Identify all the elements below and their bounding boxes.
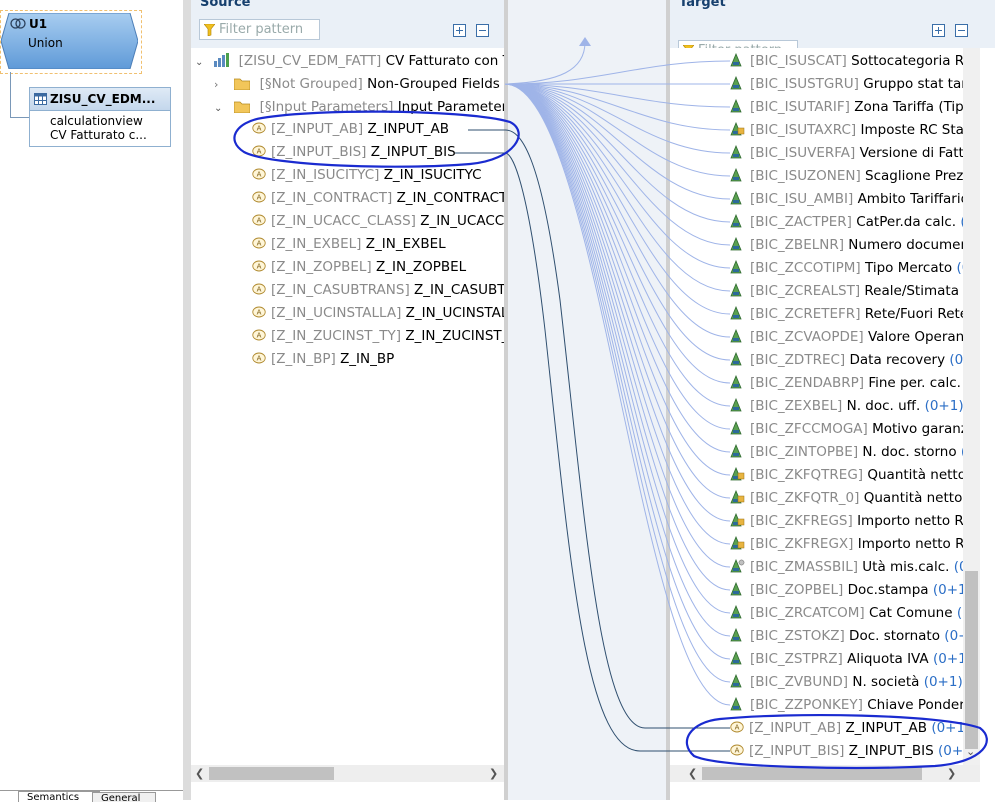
mapping-line[interactable]: [504, 41, 586, 85]
mapping-line[interactable]: [504, 83, 731, 499]
mapping-line[interactable]: [504, 83, 731, 338]
annotation-ellipse-target: [685, 713, 988, 769]
mapping-line[interactable]: [504, 83, 731, 568]
mapping-line[interactable]: [504, 83, 731, 407]
mapping-line[interactable]: [504, 83, 731, 292]
mapping-line[interactable]: [504, 83, 731, 591]
mapping-line[interactable]: [504, 83, 731, 637]
mapping-line-input-bis[interactable]: [455, 152, 730, 752]
annotation-ellipse-source: [233, 110, 520, 168]
mapping-line[interactable]: [504, 83, 731, 614]
mapping-line[interactable]: [504, 83, 731, 430]
mapping-line[interactable]: [504, 83, 731, 545]
mapping-lines: [233, 37, 988, 769]
mapping-line[interactable]: [504, 83, 731, 453]
arrow-up-icon: [579, 37, 591, 46]
mapping-line[interactable]: [504, 83, 731, 706]
mapping-line[interactable]: [504, 83, 731, 660]
